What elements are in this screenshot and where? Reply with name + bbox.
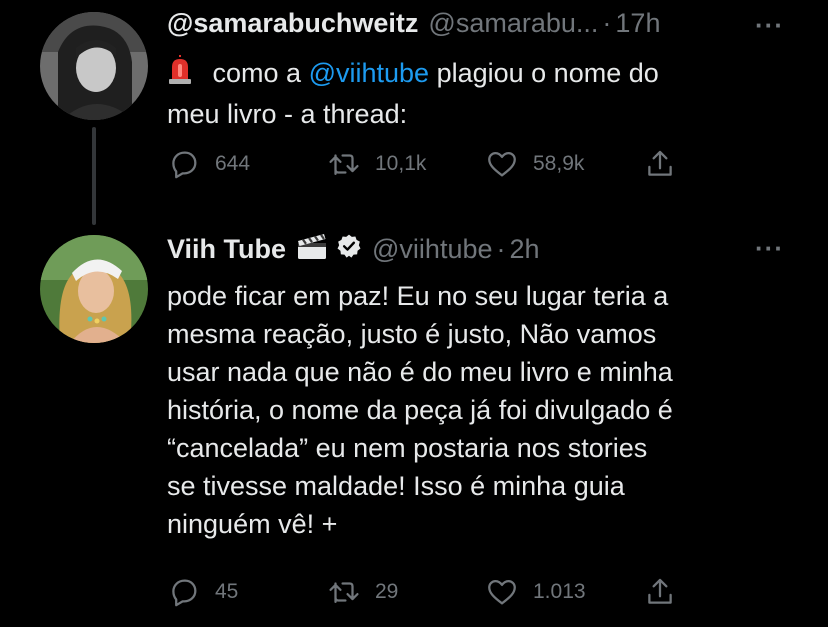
tweet-text-line: ninguém vê! +	[167, 509, 338, 539]
retweet-count: 29	[375, 580, 399, 603]
reply-button[interactable]: 644	[167, 147, 250, 181]
avatar-photo	[40, 12, 148, 120]
user-handle[interactable]: @viihtube	[372, 234, 492, 265]
display-name[interactable]: @samarabuchweitz	[167, 8, 418, 39]
retweet-button[interactable]: 29	[327, 575, 398, 609]
like-button[interactable]: 58,9k	[485, 147, 584, 181]
heart-icon	[488, 579, 516, 605]
like-count: 58,9k	[533, 152, 585, 175]
timestamp[interactable]: 17h	[615, 8, 660, 39]
reply-count: 644	[215, 152, 251, 175]
share-button[interactable]	[643, 147, 677, 181]
tweet-header: @samarabuchweitz @samarabu... · 17h	[167, 8, 660, 39]
tweet-text-line: como a @viihtube plagiou o nome do	[167, 54, 787, 95]
more-options-icon[interactable]: ···	[755, 233, 784, 264]
action-bar: 45 29 1.013	[167, 575, 687, 611]
police-light-icon	[167, 54, 193, 95]
tweet-2[interactable]: Viih Tube @viihtube · 2h ··· pode ficar …	[0, 225, 828, 627]
separator: ·	[602, 8, 612, 38]
share-icon	[648, 150, 672, 176]
text-segment: plagiou o nome do	[436, 58, 659, 88]
clapper-board-icon	[296, 231, 328, 268]
like-button[interactable]: 1.013	[485, 575, 586, 609]
timestamp[interactable]: 2h	[510, 234, 540, 265]
thread-connector-line	[92, 127, 96, 225]
tweet-text-line: meu livro - a thread:	[167, 98, 408, 129]
action-bar: 644 10,1k 58,9k	[167, 147, 687, 183]
reply-count: 45	[215, 580, 239, 603]
tweet-text-line: se tivesse maldade! Isso é minha guia	[167, 471, 625, 501]
reply-button[interactable]: 45	[167, 575, 238, 609]
display-name[interactable]: Viih Tube	[167, 234, 286, 265]
tweet-text-line: “cancelada” eu nem postaria nos stories	[167, 433, 648, 463]
heart-icon	[488, 151, 516, 177]
tweet-text: pode ficar em paz! Eu no seu lugar teria…	[167, 277, 787, 543]
share-button[interactable]	[643, 575, 677, 609]
retweet-button[interactable]: 10,1k	[327, 147, 426, 181]
retweet-count: 10,1k	[375, 152, 427, 175]
tweet-text-line: usar nada que não é do meu livro e minha	[167, 357, 673, 387]
retweet-icon	[329, 154, 359, 176]
tweet-1[interactable]: @samarabuchweitz @samarabu... · 17h ··· …	[0, 0, 828, 225]
share-icon	[648, 578, 672, 604]
avatar[interactable]	[40, 12, 148, 120]
tweet-text-line: pode ficar em paz! Eu no seu lugar teria…	[167, 281, 669, 311]
verified-badge-icon	[336, 233, 362, 266]
avatar-photo	[40, 235, 148, 343]
tweet-text: como a @viihtube plagiou o nome do meu l…	[167, 54, 787, 133]
like-count: 1.013	[533, 580, 586, 603]
tweet-text-line: história, o nome da peça já foi divulgad…	[167, 395, 673, 425]
reply-icon	[172, 151, 197, 179]
mention-link[interactable]: @viihtube	[309, 58, 429, 88]
user-handle[interactable]: @samarabu...	[428, 8, 598, 39]
separator: ·	[496, 234, 506, 264]
tweet-header: Viih Tube @viihtube · 2h	[167, 231, 540, 268]
avatar[interactable]	[40, 235, 148, 343]
retweet-icon	[329, 582, 359, 604]
more-options-icon[interactable]: ···	[755, 10, 784, 41]
text-segment: como a	[212, 58, 302, 88]
reply-icon	[172, 579, 197, 607]
tweet-text-line: mesma reação, justo é justo, Não vamos	[167, 319, 657, 349]
